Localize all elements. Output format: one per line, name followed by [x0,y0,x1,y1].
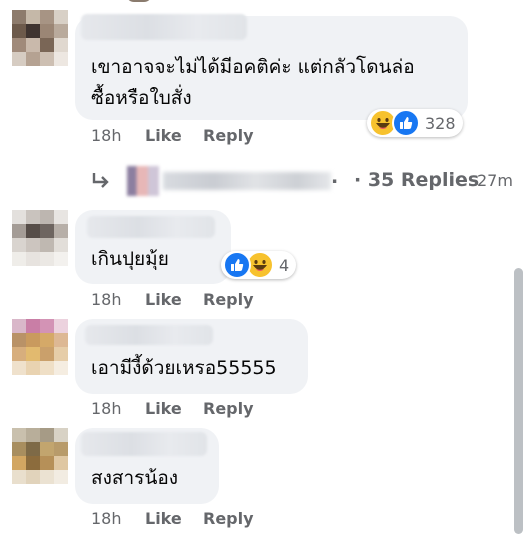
comment-text: สงสารน้อง [91,467,179,489]
comment-text-line: ซื้อหรือใบสั่ง [91,87,192,109]
like-link[interactable]: Like [145,126,182,145]
reaction-summary[interactable]: 328 [367,109,463,137]
timestamp[interactable]: 18h [91,126,122,145]
comment-bubble: เขาอาจจะไม่ได้มีอคติค่ะ แต่กลัวโดนล่อ ซื… [75,14,468,120]
like-reaction-icon [392,109,420,137]
like-reaction-icon [223,251,251,279]
timestamp[interactable]: 18h [91,509,122,528]
reply-author-blurred [163,172,331,190]
reply-link[interactable]: Reply [203,126,254,145]
like-link[interactable]: Like [145,509,182,528]
author-name-blurred[interactable] [81,14,247,40]
timestamp[interactable]: 18h [91,399,122,418]
author-name-blurred[interactable] [85,325,213,345]
reaction-count: 4 [279,255,290,275]
author-name-blurred[interactable] [81,432,207,456]
reply-link[interactable]: Reply [203,399,254,418]
scrollbar-thumb[interactable] [514,268,523,534]
like-link[interactable]: Like [145,290,182,309]
like-link[interactable]: Like [145,399,182,418]
comment-text: เอามีงี้ด้วยเหรอ55555 [91,357,277,379]
reply-time: 27m [477,171,513,190]
comment-bubble: เกินปุยมุ้ย [75,210,231,284]
reply-separator: . [331,166,339,188]
reply-link[interactable]: Reply [203,509,254,528]
comment-text-line: เขาอาจจะไม่ได้มีอคติค่ะ แต่กลัวโดนล่อ [91,56,415,78]
reaction-count: 328 [425,113,456,133]
reply-avatars-blurred [127,166,159,196]
timestamp[interactable]: 18h [91,290,122,309]
comment-bubble: สงสารน้อง [75,428,219,504]
reaction-summary[interactable]: 4 [221,251,297,279]
avatar[interactable] [12,319,68,375]
avatar[interactable] [12,10,68,66]
avatar[interactable] [12,428,68,484]
reply-link[interactable]: Reply [203,290,254,309]
view-replies-label[interactable]: · 35 Replies [354,169,479,191]
author-name-blurred[interactable] [87,216,215,238]
comment-text: เกินปุยมุ้ย [91,248,169,270]
comment-bubble: เอามีงี้ด้วยเหรอ55555 [75,319,308,394]
avatar[interactable] [12,210,68,266]
view-replies-row[interactable]: . · 35 Replies 27m [91,166,521,196]
partial-avatar [126,0,152,2]
reply-arrow-icon [92,173,109,188]
